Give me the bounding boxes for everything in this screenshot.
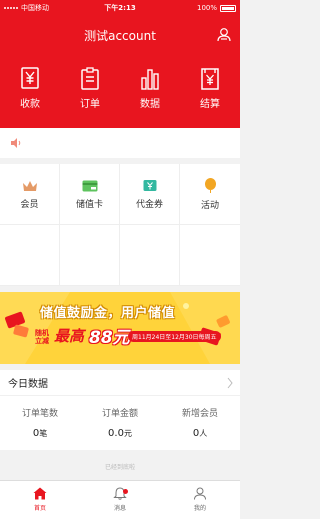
yen-document-icon	[201, 68, 219, 90]
battery-icon	[220, 4, 236, 12]
chevron-right-icon	[227, 377, 233, 389]
stat-new-members: 新增会员 0人	[160, 396, 240, 439]
tab-label: 首页	[33, 505, 46, 512]
stat-label: 新增会员	[181, 409, 218, 419]
status-time: 下午2:13	[104, 4, 136, 12]
unread-badge	[123, 489, 128, 494]
stat-unit: 人	[199, 429, 208, 438]
feature-label: 会员	[20, 199, 39, 210]
stat-value: 0.0	[108, 428, 124, 439]
banner-date-range: 周11月24日至12月30日每周五	[128, 331, 221, 342]
quick-action-label: 订单	[80, 99, 100, 110]
user-switch-icon[interactable]	[217, 27, 231, 42]
banner-headline: 储值鼓励金，用户储值	[40, 306, 176, 321]
banner-amount: 88元	[89, 328, 130, 348]
stat-order-amount: 订单金额 0.0元	[80, 396, 160, 439]
stat-order-count: 订单笔数 0笔	[0, 396, 80, 439]
tab-label: 我的	[193, 505, 206, 512]
tab-bar: 首页 消息 我的	[0, 480, 240, 519]
clipboard-icon	[81, 67, 99, 90]
bar-chart-icon	[141, 69, 159, 90]
end-of-list-text: 已经到底啦	[104, 464, 135, 471]
header: 测试account 收款 订单 数据 结算	[0, 16, 240, 144]
stat-label: 订单金额	[101, 409, 138, 419]
person-icon	[194, 487, 206, 500]
feature-grid-empty-row	[0, 225, 240, 286]
quick-actions: 收款 订单 数据 结算	[0, 66, 240, 110]
feature-empty-cell	[60, 225, 120, 286]
stat-unit: 笔	[39, 429, 48, 438]
quick-action-label: 收款	[20, 99, 40, 110]
section-title: 今日数据	[8, 379, 48, 390]
coupon-icon	[143, 180, 156, 191]
feature-label: 储值卡	[75, 199, 103, 210]
feature-stored-card[interactable]: 储值卡	[60, 164, 120, 225]
quick-action-settle[interactable]: 结算	[180, 66, 240, 110]
banner-random-discount: 随机立减	[35, 329, 49, 345]
quick-action-collect[interactable]: 收款	[0, 66, 60, 110]
today-data-header[interactable]: 今日数据	[0, 370, 240, 396]
banner-max-label: 最高	[54, 327, 85, 345]
home-icon	[33, 487, 47, 500]
status-bar: 中国移动 下午2:13 100%	[0, 0, 240, 16]
today-data-panel: 今日数据 订单笔数 0笔 订单金额 0.0元 新增会员 0人	[0, 370, 240, 450]
tab-profile[interactable]: 我的	[160, 481, 240, 519]
quick-action-label: 数据	[140, 99, 160, 110]
notice-bar[interactable]	[0, 128, 240, 158]
feature-empty-cell	[120, 225, 180, 286]
stat-unit: 元	[123, 429, 132, 438]
quick-action-orders[interactable]: 订单	[60, 66, 120, 110]
feature-empty-cell	[180, 225, 240, 286]
feature-members[interactable]: 会员	[0, 164, 60, 225]
crown-icon	[22, 180, 37, 191]
card-icon	[82, 180, 97, 191]
quick-action-label: 结算	[200, 99, 220, 110]
page-title: 测试account	[84, 29, 156, 43]
feature-coupon[interactable]: 代金券	[120, 164, 180, 225]
feature-label: 代金券	[135, 200, 163, 210]
feature-activity[interactable]: 活动	[180, 164, 240, 225]
balloon-icon	[204, 178, 216, 193]
tab-messages[interactable]: 消息	[80, 481, 160, 519]
tab-home[interactable]: 首页	[0, 481, 80, 519]
speaker-icon	[11, 138, 21, 148]
quick-action-data[interactable]: 数据	[120, 66, 180, 110]
feature-label: 活动	[200, 201, 219, 211]
feature-empty-cell	[0, 225, 60, 286]
yen-wallet-icon	[21, 67, 39, 89]
feature-grid: 会员 储值卡 代金券 活动	[0, 164, 240, 286]
tab-label: 消息	[113, 505, 126, 512]
stat-label: 订单笔数	[21, 409, 58, 419]
promo-banner[interactable]: 储值鼓励金，用户储值 随机立减 最高 88元 周11月24日至12月30日每周五	[0, 292, 240, 364]
